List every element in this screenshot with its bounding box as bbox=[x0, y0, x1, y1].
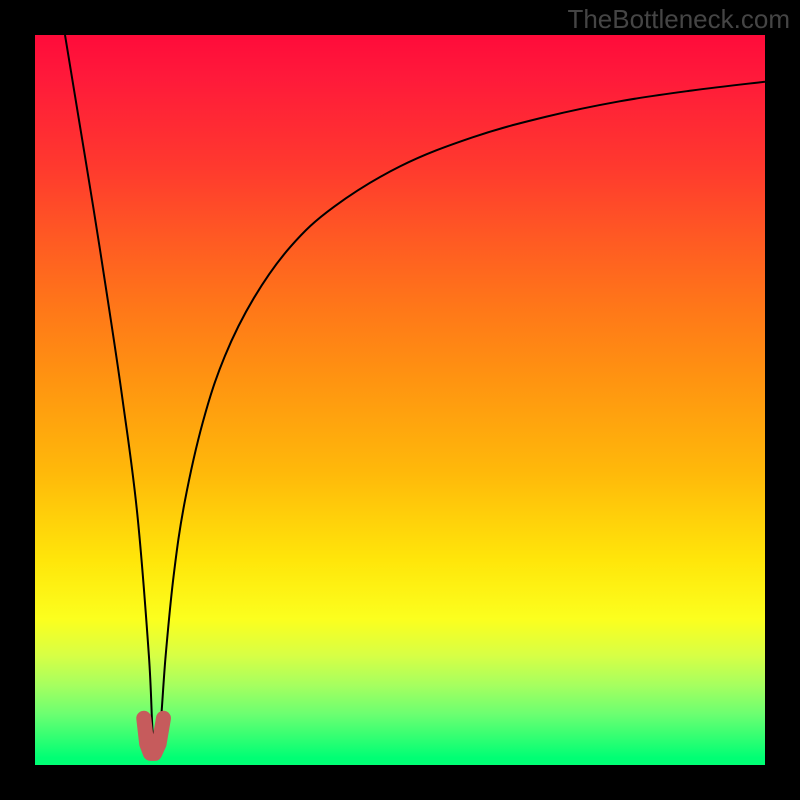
watermark-text: TheBottleneck.com bbox=[567, 4, 790, 35]
plot-area bbox=[35, 35, 765, 765]
chart-container: TheBottleneck.com bbox=[0, 0, 800, 800]
gradient-background bbox=[35, 35, 765, 765]
